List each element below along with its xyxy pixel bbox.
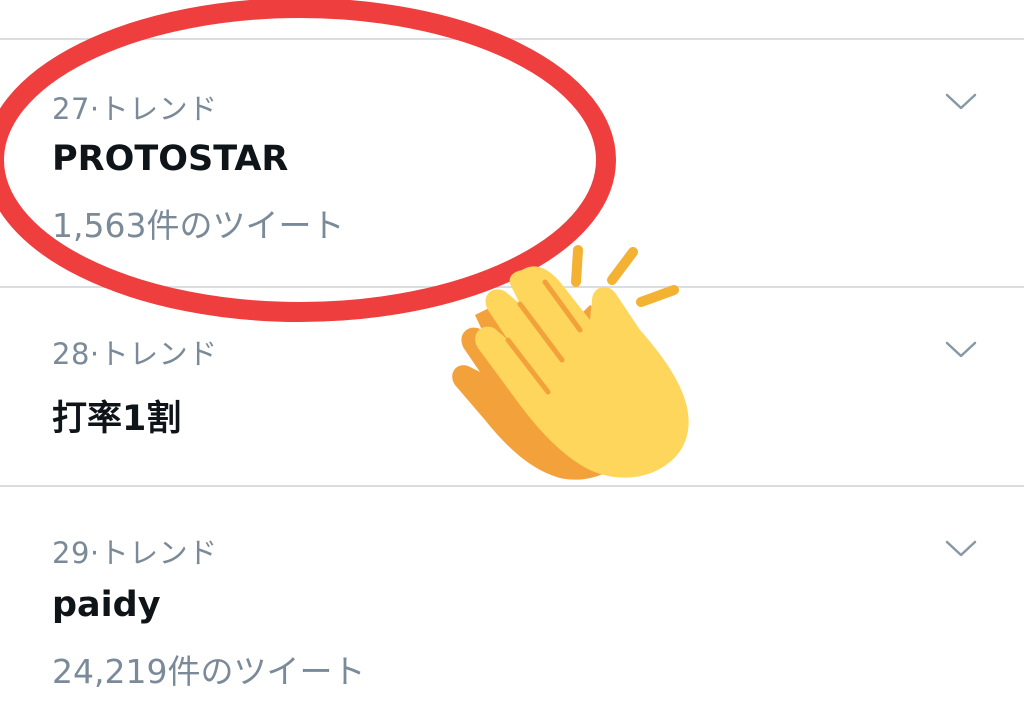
trend-title[interactable]: paidy: [52, 585, 161, 625]
chevron-down-icon[interactable]: [944, 340, 978, 360]
trend-item-28[interactable]: 28·トレンド 打率1割: [0, 288, 1024, 484]
trend-title[interactable]: PROTOSTAR: [52, 139, 288, 179]
trend-title[interactable]: 打率1割: [52, 390, 181, 441]
trends-screen: 27·トレンド PROTOSTAR 1,563件のツイート 28·トレンド 打率…: [0, 0, 1024, 702]
tweet-count: 24,219件のツイート: [52, 652, 366, 691]
trend-meta: 27·トレンド: [52, 92, 218, 126]
tweet-count: 1,563件のツイート: [52, 206, 345, 245]
chevron-down-icon[interactable]: [944, 92, 978, 112]
trend-item-29[interactable]: 29·トレンド paidy 24,219件のツイート: [0, 487, 1024, 702]
trend-meta: 29·トレンド: [52, 536, 218, 570]
chevron-down-icon[interactable]: [944, 539, 978, 559]
trend-item-27[interactable]: 27·トレンド PROTOSTAR 1,563件のツイート: [0, 40, 1024, 285]
trend-meta: 28·トレンド: [52, 337, 218, 371]
